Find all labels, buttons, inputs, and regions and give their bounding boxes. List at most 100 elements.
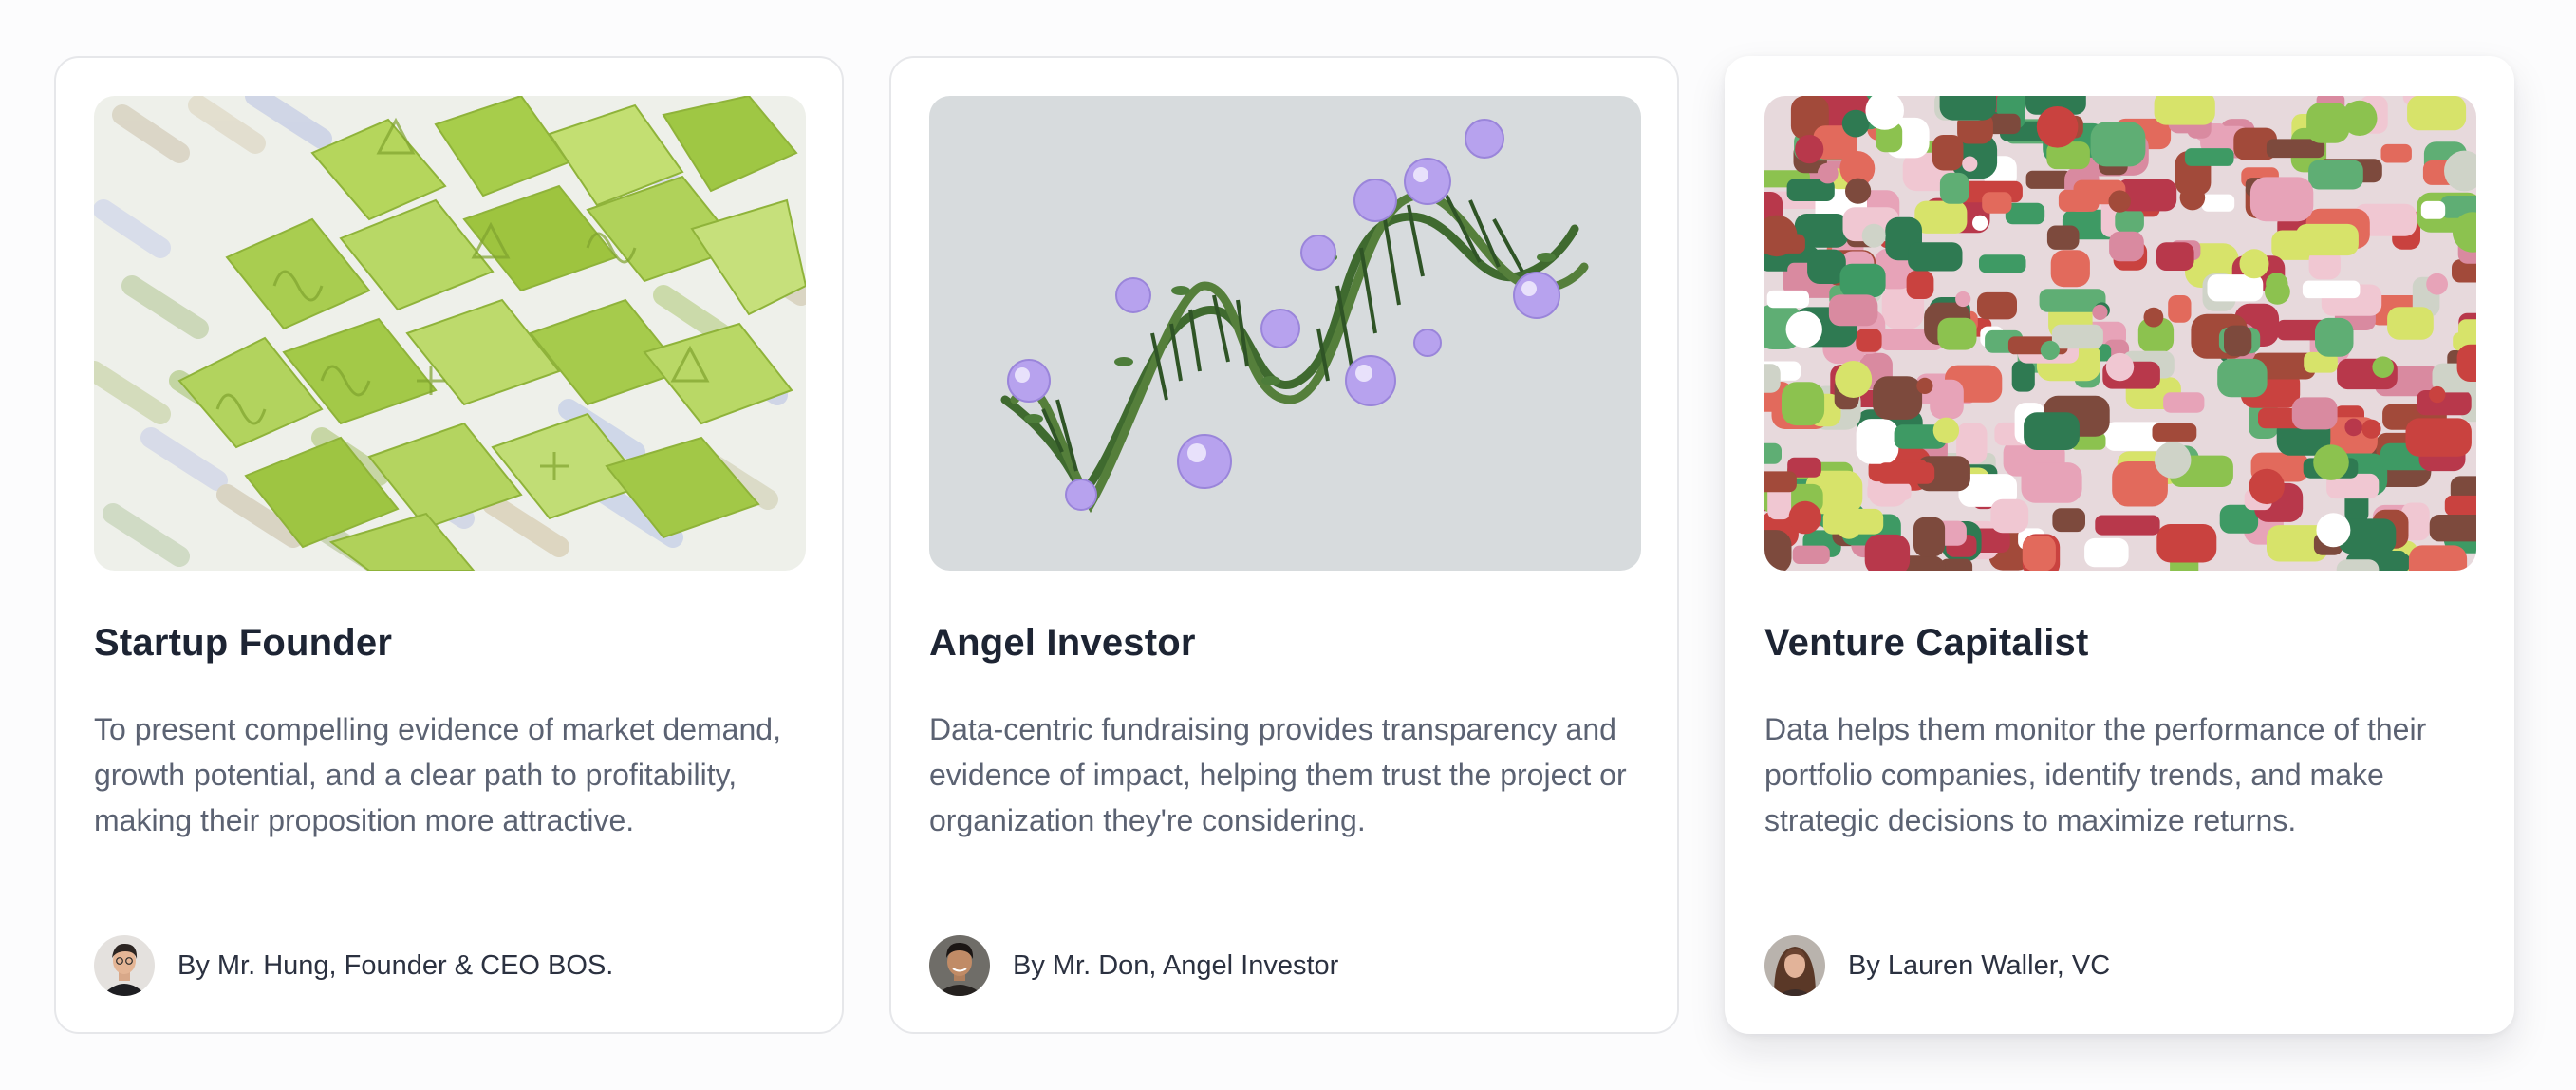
mosaic-dot — [2036, 106, 2079, 148]
mosaic-block — [2021, 462, 2082, 503]
mosaic-block — [1906, 270, 1934, 299]
author: By Lauren Waller, VC — [1764, 935, 2110, 996]
woman-avatar-icon — [1764, 935, 1825, 996]
author-name: By Lauren Waller, VC — [1848, 949, 2111, 981]
mosaic-dot — [1841, 109, 1870, 138]
mosaic-dot — [1835, 361, 1873, 398]
mosaic-dot — [2342, 100, 2378, 136]
mosaic-block — [2152, 423, 2197, 442]
mosaic-dot — [1932, 417, 1960, 443]
mosaic-block — [2456, 344, 2476, 382]
man-avatar-icon — [94, 935, 155, 996]
mosaic-block — [2156, 524, 2217, 563]
author: By Mr. Don, Angel Investor — [929, 935, 1338, 996]
card-startup-founder[interactable]: Startup Founder To present compelling ev… — [54, 56, 844, 1034]
mosaic-dot — [2372, 356, 2394, 379]
card-image-blocks — [1764, 96, 2476, 571]
card-description: Data-centric fundraising provides transp… — [929, 712, 1627, 837]
mosaic-block — [2387, 307, 2434, 340]
mosaic-dot — [1785, 310, 1822, 348]
mosaic-dot — [2249, 468, 2285, 505]
mosaic-block — [1908, 242, 1963, 272]
mosaic-block — [1977, 291, 2017, 320]
mosaic-dot — [2092, 304, 2108, 320]
card-title: Venture Capitalist — [1764, 622, 2089, 664]
author-name: By Mr. Hung, Founder & CEO BOS. — [177, 949, 614, 981]
mosaic-block — [2224, 325, 2252, 357]
mosaic-block — [2052, 508, 2085, 533]
mosaic-block — [2050, 250, 2090, 288]
mosaic-block — [2315, 317, 2354, 357]
mosaic-block — [1856, 419, 1899, 464]
mosaic-block — [2336, 559, 2380, 571]
mosaic-block — [1864, 534, 1911, 571]
card-title: Angel Investor — [929, 622, 1196, 664]
mosaic-block — [1782, 382, 1825, 426]
mosaic-block — [2444, 495, 2476, 517]
mosaic-dot — [1955, 291, 1971, 308]
mosaic-dot — [2143, 307, 2164, 328]
mosaic-block — [2405, 418, 2472, 457]
card-title: Startup Founder — [94, 622, 393, 664]
mosaic-block — [1764, 471, 1797, 493]
mosaic-dot — [2108, 190, 2131, 213]
mosaic-dot — [2154, 442, 2192, 479]
mosaic-block — [1764, 364, 1781, 393]
mosaic-block — [1990, 498, 2029, 534]
mosaic-block — [1856, 329, 1882, 352]
mosaic-dot — [1845, 178, 1872, 204]
mosaic-block — [2109, 231, 2144, 262]
mosaic-block — [2458, 319, 2476, 342]
card-description: Data helps them monitor the performance … — [1764, 712, 2427, 837]
mosaic-block — [2291, 397, 2338, 430]
mosaic-block — [2249, 177, 2314, 222]
mosaic-dot — [1916, 377, 1933, 394]
mosaic-dot — [2179, 184, 2206, 211]
mosaic-block — [2156, 242, 2194, 271]
mosaic-block — [2084, 537, 2129, 568]
mosaic-block — [1982, 192, 2012, 214]
mosaic-block — [1764, 530, 1792, 571]
mosaic-block — [2295, 223, 2359, 256]
man-avatar-icon — [929, 935, 990, 996]
avatar — [94, 935, 155, 996]
mosaic-block — [2022, 536, 2056, 571]
mosaic-block — [2429, 515, 2476, 542]
avatar — [1764, 935, 1825, 996]
mosaic-dot — [2266, 272, 2288, 295]
mosaic-dot — [1962, 156, 1978, 172]
mosaic-block — [1937, 317, 1977, 350]
avatar — [929, 935, 990, 996]
card-image-math-tiles — [94, 96, 806, 571]
mosaic-block — [1979, 254, 2026, 272]
mosaic-block — [2154, 96, 2215, 125]
mosaic-block — [2302, 280, 2361, 299]
card-description: To present compelling evidence of market… — [94, 712, 781, 837]
mosaic-block — [2090, 122, 2146, 167]
mosaic-block — [1877, 462, 1935, 484]
mosaic-block — [2380, 143, 2412, 163]
mosaic-block — [2163, 392, 2205, 413]
mosaic-dot — [1837, 514, 1861, 539]
mosaic-block — [2046, 225, 2080, 250]
card-venture-capitalist[interactable]: Venture Capitalist Data helps them monit… — [1725, 56, 2514, 1034]
mosaic-block — [1792, 545, 1830, 564]
mosaic-block — [2011, 361, 2035, 392]
mosaic-block — [1939, 96, 1996, 121]
mosaic-block — [1839, 263, 1886, 298]
green-math-tiles-illustration — [94, 96, 806, 571]
mosaic-block — [1913, 517, 1946, 557]
mosaic-block — [2058, 189, 2100, 212]
mosaic-dot — [2429, 385, 2446, 404]
author-name: By Mr. Don, Angel Investor — [1013, 949, 1339, 981]
card-angel-investor[interactable]: Angel Investor Data-centric fundraising … — [889, 56, 1679, 1034]
card-image-dna — [929, 96, 1641, 571]
mosaic-block — [1914, 200, 1968, 234]
mosaic-block — [1932, 135, 1964, 171]
mosaic-block — [2024, 412, 2080, 450]
mosaic-block — [2308, 160, 2363, 190]
mosaic-block — [1828, 294, 1878, 327]
mosaic-dot — [2239, 249, 2269, 279]
mosaic-block — [1766, 290, 1809, 309]
mosaic-block — [2408, 545, 2468, 571]
